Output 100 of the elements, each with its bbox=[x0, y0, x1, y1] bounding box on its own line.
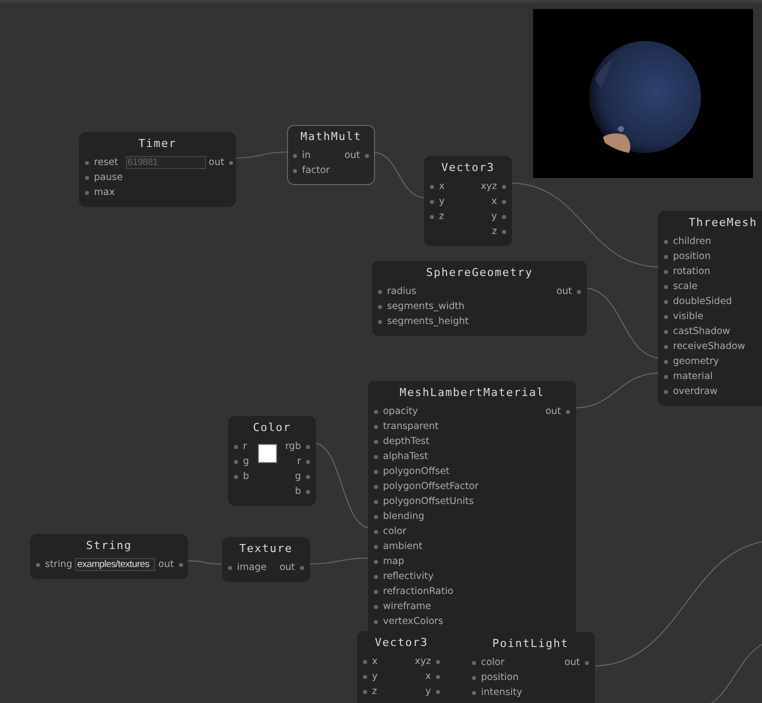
port-label: radius bbox=[387, 286, 416, 297]
port-dot[interactable] bbox=[566, 410, 570, 414]
port-dot[interactable] bbox=[374, 560, 378, 564]
port-dot[interactable] bbox=[664, 270, 668, 274]
port-dot[interactable] bbox=[374, 604, 378, 608]
port-dot[interactable] bbox=[374, 590, 378, 594]
node-panel[interactable]: Timer reset pause max 619881 out bbox=[79, 132, 236, 207]
port-dot[interactable] bbox=[374, 424, 378, 428]
port-label: color bbox=[481, 657, 504, 668]
port-dot[interactable] bbox=[664, 344, 668, 348]
port-label: out bbox=[556, 286, 572, 297]
port-label: refractionRatio bbox=[383, 586, 454, 597]
port-label: max bbox=[94, 187, 115, 198]
port-label: out bbox=[158, 559, 174, 570]
port-dot[interactable] bbox=[229, 160, 234, 164]
node-panel[interactable]: Color r g b rgb r g b bbox=[228, 416, 316, 506]
port-dot[interactable] bbox=[234, 474, 238, 478]
port-dot[interactable] bbox=[293, 154, 297, 158]
port-dot[interactable] bbox=[378, 304, 382, 308]
port-dot[interactable] bbox=[363, 690, 367, 694]
port-dot[interactable] bbox=[234, 444, 238, 448]
port-dot[interactable] bbox=[664, 360, 668, 364]
port-dot[interactable] bbox=[365, 154, 369, 158]
port-dot[interactable] bbox=[85, 160, 89, 164]
port-dot[interactable] bbox=[178, 562, 183, 566]
port-dot[interactable] bbox=[436, 690, 440, 694]
port-dot[interactable] bbox=[378, 290, 382, 294]
port-dot[interactable] bbox=[293, 168, 297, 172]
port-label: material bbox=[673, 371, 713, 382]
node-panel[interactable]: MathMult in factor out bbox=[287, 125, 375, 185]
port-dot[interactable] bbox=[374, 530, 378, 534]
port-dot[interactable] bbox=[430, 214, 434, 218]
port-dot[interactable] bbox=[664, 254, 668, 258]
node-panel[interactable]: SphereGeometry radius segments_width segments_height out bbox=[372, 261, 587, 336]
port-dot[interactable] bbox=[306, 474, 310, 478]
port-dot[interactable] bbox=[306, 444, 310, 448]
port-dot[interactable] bbox=[664, 314, 668, 318]
port-dot[interactable] bbox=[36, 562, 40, 566]
node-panel[interactable]: Texture image out bbox=[222, 537, 310, 582]
port-dot[interactable] bbox=[502, 230, 506, 234]
port-dot[interactable] bbox=[664, 240, 668, 244]
port-label: b bbox=[294, 486, 301, 497]
port-label: wireframe bbox=[383, 601, 432, 612]
port-label: x bbox=[425, 671, 431, 682]
node-panel[interactable]: String string examples/textures out bbox=[30, 534, 188, 579]
port-dot[interactable] bbox=[472, 660, 476, 664]
port-dot[interactable] bbox=[378, 320, 382, 324]
port-dot[interactable] bbox=[502, 214, 506, 218]
port-dot[interactable] bbox=[430, 200, 434, 204]
port-dot[interactable] bbox=[664, 390, 668, 394]
port-dot[interactable] bbox=[374, 574, 378, 578]
port-dot[interactable] bbox=[664, 330, 668, 334]
port-label: y bbox=[491, 211, 497, 222]
port-dot[interactable] bbox=[472, 676, 476, 680]
port-label: vertexColors bbox=[383, 616, 444, 627]
port-label: reflectivity bbox=[383, 571, 434, 582]
port-dot[interactable] bbox=[234, 460, 238, 464]
port-dot[interactable] bbox=[374, 544, 378, 548]
port-dot[interactable] bbox=[374, 470, 378, 474]
port-dot[interactable] bbox=[306, 460, 310, 464]
port-dot[interactable] bbox=[430, 184, 434, 188]
color-swatch[interactable] bbox=[258, 444, 277, 463]
port-label: segments_height bbox=[387, 316, 469, 327]
port-dot[interactable] bbox=[502, 200, 506, 204]
port-dot[interactable] bbox=[374, 620, 378, 624]
port-dot[interactable] bbox=[85, 190, 89, 194]
port-dot[interactable] bbox=[502, 184, 506, 188]
port-dot[interactable] bbox=[374, 500, 378, 504]
port-dot[interactable] bbox=[363, 660, 367, 664]
port-dot[interactable] bbox=[300, 566, 304, 570]
port-dot[interactable] bbox=[363, 674, 367, 678]
port-dot[interactable] bbox=[374, 514, 378, 518]
port-label: position bbox=[673, 251, 711, 262]
port-dot[interactable] bbox=[436, 660, 440, 664]
port-dot[interactable] bbox=[374, 484, 378, 488]
port-label: scale bbox=[673, 281, 698, 292]
port-label: position bbox=[481, 672, 519, 683]
port-label: polygonOffsetFactor bbox=[383, 481, 479, 492]
port-dot[interactable] bbox=[472, 690, 476, 694]
node-panel[interactable]: Vector3 x y z xyz x y z bbox=[424, 156, 512, 246]
port-label: r bbox=[243, 441, 247, 452]
port-label: children bbox=[673, 236, 712, 247]
port-dot[interactable] bbox=[664, 284, 668, 288]
port-dot[interactable] bbox=[85, 176, 89, 180]
input-field[interactable]: examples/textures bbox=[75, 558, 156, 571]
port-dot[interactable] bbox=[664, 374, 668, 378]
port-dot[interactable] bbox=[585, 660, 589, 664]
port-dot[interactable] bbox=[306, 490, 310, 494]
port-dot[interactable] bbox=[228, 566, 232, 570]
node-title: Texture bbox=[238, 541, 294, 557]
port-dot[interactable] bbox=[374, 454, 378, 458]
port-label: polygonOffsetUnits bbox=[383, 496, 474, 507]
port-dot[interactable] bbox=[577, 290, 581, 294]
port-dot[interactable] bbox=[664, 300, 668, 304]
port-dot[interactable] bbox=[374, 410, 378, 414]
port-dot[interactable] bbox=[436, 674, 440, 678]
input-field[interactable]: 619881 bbox=[126, 156, 206, 169]
port-dot[interactable] bbox=[374, 440, 378, 444]
node-panel[interactable]: ThreeMesh children position rotation scale doubleSided visible castShadow receiveShadow geometry material overdraw bbox=[658, 211, 762, 406]
port-label: out bbox=[279, 562, 295, 573]
